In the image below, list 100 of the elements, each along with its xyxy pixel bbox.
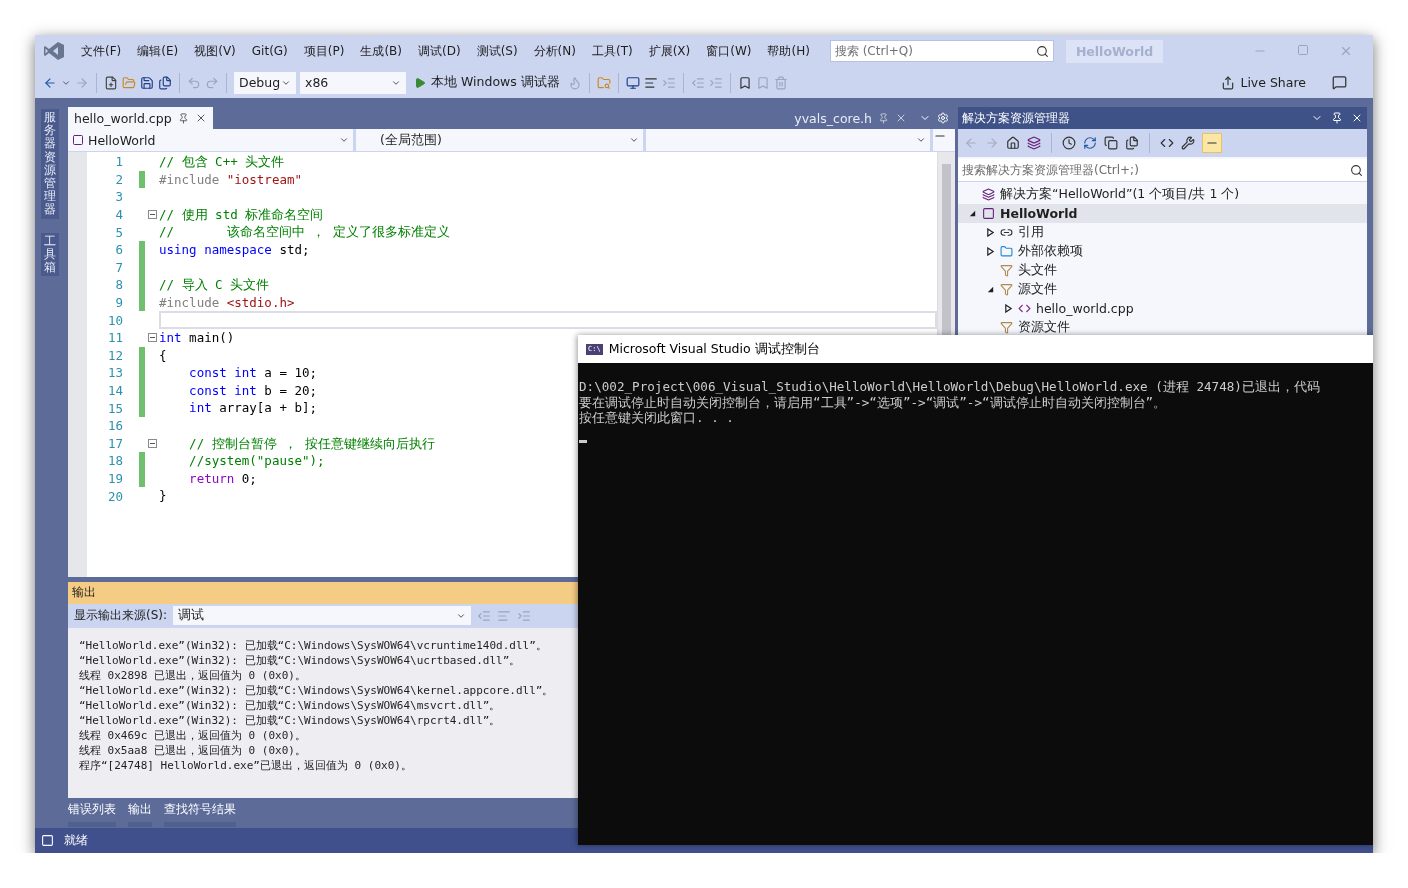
menu-item[interactable]: 帮助(H) xyxy=(759,39,818,63)
menu-item[interactable]: 工具(T) xyxy=(583,39,641,63)
caret-icon xyxy=(629,135,639,145)
panel-title: 解决方案资源管理器 xyxy=(962,109,1070,127)
tree-item[interactable]: 引用 xyxy=(958,223,1367,242)
search-field[interactable]: 搜索解决方案资源管理器(Ctrl+;) xyxy=(958,159,1367,182)
collapse-all-icon[interactable] xyxy=(1104,136,1118,150)
document-tab[interactable]: hello_world.cpp xyxy=(68,107,213,129)
code-line: // 导入 C 头文件 xyxy=(159,276,270,294)
solution-icon xyxy=(982,188,995,201)
search-field[interactable]: 搜索 (Ctrl+Q) xyxy=(829,40,1054,62)
collapse-arrow-icon[interactable] xyxy=(968,209,977,218)
output-line: “HelloWorld.exe”(Win32): 已加载“C:\Windows\SysWOW64\ucrtbased.dll”。 xyxy=(79,652,522,668)
fold-toggle[interactable] xyxy=(147,210,157,220)
menu-item[interactable]: 文件(F) xyxy=(73,39,130,63)
configuration-dropdown[interactable]: Debug xyxy=(234,71,296,94)
menu-item[interactable]: 调试(D) xyxy=(410,39,469,63)
platform-dropdown[interactable]: x86 xyxy=(300,71,406,94)
expand-arrow-icon[interactable] xyxy=(1004,304,1013,313)
folder-icon xyxy=(1000,245,1013,258)
source-label: 显示输出来源(S): xyxy=(74,607,168,625)
back-icon[interactable] xyxy=(43,75,57,90)
code-line: const int b = 20; xyxy=(188,381,318,400)
code-line: int array[a + b]; xyxy=(188,399,318,417)
new-item-icon[interactable] xyxy=(104,75,118,90)
line-number: 3 xyxy=(114,189,123,205)
start-debugging-button[interactable]: 本地 Windows 调试器 xyxy=(410,72,564,93)
solution-name-badge: HelloWorld xyxy=(1065,39,1164,63)
line-number: 17 xyxy=(106,435,123,451)
home-icon[interactable] xyxy=(1006,136,1020,150)
tree-item[interactable]: 外部依赖项 xyxy=(958,242,1367,261)
code-line: // 该命名空间中 ， 定义了很多标准定义 xyxy=(159,223,450,241)
menu-item[interactable]: 视图(V) xyxy=(186,39,244,63)
caret-icon xyxy=(339,135,349,145)
output-line: “HelloWorld.exe”(Win32): 已加载“C:\Windows\SysWOW64\vcruntime140d.dll”。 xyxy=(79,637,548,653)
code-icon[interactable] xyxy=(1160,136,1174,150)
text-cursor xyxy=(579,439,587,443)
preview-toggle[interactable] xyxy=(1202,133,1222,153)
line-number: 6 xyxy=(114,242,123,258)
tree-item[interactable]: 资源文件 xyxy=(958,318,1367,337)
play-icon xyxy=(414,76,426,89)
project-icon xyxy=(72,134,84,146)
tree-item[interactable]: HelloWorld xyxy=(958,204,1367,223)
output-line: “HelloWorld.exe”(Win32): 已加载“C:\Windows\SysWOW64\rpcrt4.dll”。 xyxy=(79,712,502,728)
side-tab[interactable]: 工具箱 xyxy=(41,232,59,277)
feedback-icon[interactable] xyxy=(1332,75,1347,90)
menu-item[interactable]: 生成(B) xyxy=(352,39,410,63)
output-source-dropdown[interactable]: 调试 xyxy=(173,606,472,626)
filter-folder-icon xyxy=(1000,283,1013,296)
save-icon[interactable] xyxy=(140,75,154,90)
pin-icon[interactable] xyxy=(1331,112,1343,124)
close-icon[interactable] xyxy=(1351,112,1363,124)
fold-toggle[interactable] xyxy=(147,333,157,343)
window-title: Microsoft Visual Studio 调试控制台 xyxy=(608,340,820,358)
cpp-file-icon xyxy=(1018,302,1031,315)
code-line: // 使用 std 标准命名空间 xyxy=(159,205,324,224)
code-line: } xyxy=(159,487,167,505)
tree-item[interactable]: 解决方案“HelloWorld”(1 个项目/共 1 个) xyxy=(958,185,1367,204)
menu-item[interactable]: 测试(S) xyxy=(468,39,526,63)
settings-icon[interactable] xyxy=(937,112,949,124)
code-line: { xyxy=(159,346,167,365)
menu-item[interactable]: 分析(N) xyxy=(525,39,584,63)
tree-item[interactable]: 头文件 xyxy=(958,261,1367,280)
code-line: // 包含 C++ 头文件 xyxy=(159,153,285,171)
code-line: //system("pause"); xyxy=(188,452,325,470)
line-number: 2 xyxy=(114,171,123,187)
bookmark-icon[interactable] xyxy=(737,75,752,90)
output-line: 线程 0x2898 已退出，返回值为 0 (0x0)。 xyxy=(79,667,307,683)
output-line: “HelloWorld.exe”(Win32): 已加载“C:\Windows\SysWOW64\kernel.appcore.dll”。 xyxy=(79,682,555,698)
align-icon[interactable] xyxy=(643,75,658,90)
side-tab[interactable]: 服务器资源管理器 xyxy=(41,109,59,219)
show-all-files-icon[interactable] xyxy=(1125,136,1139,150)
fold-toggle[interactable] xyxy=(147,438,157,448)
close-icon[interactable] xyxy=(895,112,907,124)
expand-arrow-icon[interactable] xyxy=(986,228,995,237)
solution-switch-icon[interactable] xyxy=(1027,136,1041,150)
scope-dropdown[interactable]: (全局范围) xyxy=(356,129,646,151)
window-icon[interactable] xyxy=(625,75,640,90)
expand-arrow-icon[interactable] xyxy=(986,247,995,256)
menu-item[interactable]: Git(G) xyxy=(243,41,296,61)
line-number: 18 xyxy=(106,453,123,469)
collapse-arrow-icon[interactable] xyxy=(986,285,995,294)
properties-icon[interactable] xyxy=(1181,136,1195,150)
menu-item[interactable]: 项目(P) xyxy=(295,39,353,63)
menu-item[interactable]: 编辑(E) xyxy=(129,39,187,63)
save-all-icon[interactable] xyxy=(158,75,172,90)
tree-item[interactable]: 源文件 xyxy=(958,280,1367,299)
pending-changes-icon[interactable] xyxy=(1062,136,1076,150)
line-number: 14 xyxy=(106,383,123,398)
menu-item[interactable]: 扩展(X) xyxy=(640,39,699,63)
pin-icon[interactable] xyxy=(177,112,189,124)
line-number: 12 xyxy=(106,347,123,363)
live-share-button[interactable]: Live Share xyxy=(1217,73,1310,92)
console-line: 按任意键关闭此窗口. . . xyxy=(579,410,735,426)
line-number: 11 xyxy=(106,330,123,346)
line-number: 16 xyxy=(106,418,123,434)
line-number: 13 xyxy=(106,365,123,381)
menu-item[interactable]: 窗口(W) xyxy=(698,39,760,63)
sync-icon[interactable] xyxy=(1083,136,1097,150)
tree-item[interactable]: hello_world.cpp xyxy=(958,299,1367,318)
